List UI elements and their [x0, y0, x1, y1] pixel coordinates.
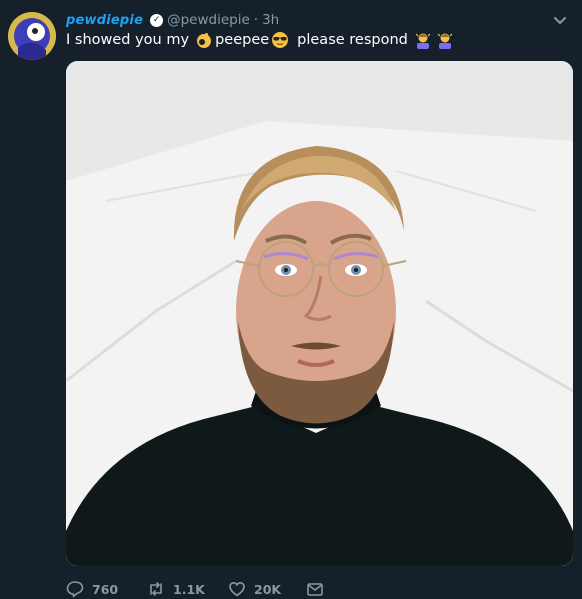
- reply-count: 760: [92, 581, 119, 597]
- chevron-down-icon[interactable]: [552, 12, 568, 28]
- ok-hand-emoji: [195, 31, 213, 49]
- avatar-icon: [8, 12, 56, 60]
- tweet-actions: 760 1.1K 20K: [66, 580, 486, 598]
- tweet-text-part-2: peepee: [215, 32, 270, 48]
- person-bowing-emoji: [414, 31, 432, 49]
- separator: ·: [253, 12, 259, 28]
- handle[interactable]: @pewdiepie: [167, 12, 250, 28]
- reply-button[interactable]: 760: [66, 580, 118, 598]
- reply-icon: [66, 581, 84, 598]
- retweet-count: 1.1K: [173, 581, 205, 597]
- tweet-header: pewdiepie ✓ @pewdiepie · 3h: [66, 11, 279, 29]
- timestamp[interactable]: 3h: [262, 12, 279, 28]
- tweet-photo[interactable]: [66, 61, 573, 566]
- person-bowing-emoji: [436, 31, 454, 49]
- like-button[interactable]: 20K: [228, 580, 281, 598]
- sunglasses-face-emoji: [271, 31, 289, 49]
- direct-message-button[interactable]: [306, 580, 324, 598]
- retweet-icon: [150, 582, 162, 596]
- tweet-text-part-1: I showed you my: [66, 32, 190, 48]
- heart-icon: [229, 582, 245, 597]
- display-name[interactable]: pewdiepie: [66, 13, 143, 28]
- retweet-button[interactable]: 1.1K: [147, 580, 205, 598]
- verified-badge-icon: ✓: [150, 13, 164, 27]
- mail-icon: [307, 583, 323, 596]
- tweet-text: I showed you my peepee please respond: [66, 30, 566, 50]
- avatar[interactable]: [8, 12, 56, 60]
- tweet-text-part-3: please respond: [297, 32, 408, 48]
- like-count: 20K: [254, 581, 282, 597]
- selfie-image: [66, 61, 573, 566]
